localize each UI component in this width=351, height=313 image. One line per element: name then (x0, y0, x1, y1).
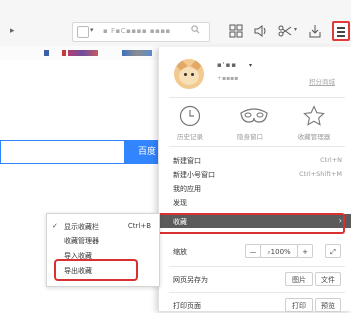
download-icon[interactable] (306, 21, 324, 41)
page-search-button[interactable]: 百度 (124, 140, 158, 164)
menu-item-my-apps[interactable]: 我的应用 (159, 183, 351, 194)
favorites-manager-label[interactable]: 收藏管理器 (289, 131, 339, 141)
back-arrow-icon[interactable]: ▸ (10, 26, 15, 36)
fullscreen-icon: ⤢ (330, 248, 336, 256)
zoom-in-button[interactable]: + (297, 244, 313, 258)
divider (169, 292, 345, 293)
print-preview-button[interactable]: 预览 (315, 298, 341, 312)
submenu-item-shortcut: Ctrl+B (127, 222, 151, 230)
chevron-down-icon[interactable]: ▾ (90, 26, 94, 34)
print-label: 打印页面 (173, 302, 201, 310)
check-icon: ✓ (52, 222, 58, 230)
bookmark-item[interactable] (62, 50, 66, 56)
main-menu-button[interactable] (332, 21, 350, 41)
submenu-item-show-bookmarks-bar[interactable]: ✓ 显示收藏栏 Ctrl+B (47, 221, 159, 233)
fullscreen-button[interactable]: ⤢ (325, 244, 341, 258)
menu-item-label: 我的应用 (173, 185, 201, 193)
menu-item-shortcut: Ctrl+N (320, 156, 342, 164)
page-search-input[interactable] (0, 140, 124, 164)
site-icon (77, 26, 89, 38)
menu-item-label: 发现 (173, 199, 187, 207)
divider (169, 266, 345, 267)
menu-item-label: 新建小号窗口 (173, 171, 215, 179)
user-avatar[interactable] (174, 59, 204, 89)
chevron-down-icon[interactable]: ▾ (294, 26, 297, 33)
search-icon[interactable] (191, 25, 200, 37)
zoom-label: 缩放 (173, 248, 187, 256)
browser-toolbar: ▸ ▾ ▪ F▪C▪▪▪▪ ▪▪▪▪ ▾ (0, 0, 351, 47)
points-mall-link[interactable]: 积分商城 (309, 76, 335, 86)
screenshot-scissors-icon[interactable] (276, 21, 294, 41)
zoom-out-button[interactable]: — (245, 244, 261, 258)
menu-item-shortcut: Ctrl+Shift+M (299, 170, 342, 178)
address-text[interactable]: ▪ F▪C▪▪▪▪ ▪▪▪▪ (103, 27, 171, 35)
bookmark-item[interactable] (44, 50, 49, 56)
menu-item-label: 新建窗口 (173, 157, 201, 165)
address-bar[interactable]: ▾ ▪ F▪C▪▪▪▪ ▪▪▪▪ (72, 22, 210, 42)
incognito-label[interactable]: 隐身窗口 (225, 131, 275, 141)
divider (169, 97, 345, 98)
clock-icon[interactable] (179, 105, 201, 127)
user-subtitle: +▪▪▪▪ (217, 75, 239, 82)
print-button[interactable]: 打印 (285, 298, 313, 312)
bookmark-item[interactable] (68, 50, 98, 56)
user-name[interactable]: ▪'▪▪ (217, 61, 237, 69)
main-menu-panel: ▪'▪▪ ▾ +▪▪▪▪ 积分商城 历史记录 隐身窗口 收藏管理器 新建窗口 C… (158, 47, 351, 312)
submenu-item-label: 收藏管理器 (64, 237, 99, 245)
menu-item-new-alt-window[interactable]: 新建小号窗口 Ctrl+Shift+M (159, 169, 351, 180)
save-as-image-button[interactable]: 图片 (285, 272, 313, 286)
chevron-down-icon[interactable]: ▾ (249, 62, 252, 69)
divider (169, 146, 345, 147)
menu-item-new-window[interactable]: 新建窗口 Ctrl+N (159, 155, 351, 166)
history-label[interactable]: 历史记录 (165, 131, 215, 141)
save-as-label: 网页另存为 (173, 276, 208, 284)
submenu-item-favorites-manager[interactable]: 收藏管理器 (47, 235, 159, 247)
highlight-outline (155, 213, 345, 234)
zoom-value: 100% (270, 248, 291, 256)
star-icon[interactable] (303, 105, 325, 127)
save-as-file-button[interactable]: 文件 (315, 272, 341, 286)
mask-icon[interactable] (239, 105, 269, 127)
menu-item-discover[interactable]: 发现 (159, 197, 351, 208)
bookmark-item[interactable] (122, 50, 152, 56)
submenu-item-label: 显示收藏栏 (64, 223, 99, 231)
sound-icon[interactable] (250, 21, 270, 41)
apps-grid-icon[interactable] (226, 21, 246, 41)
highlight-outline (54, 259, 138, 281)
zoom-level[interactable]: ⌕100% (260, 244, 298, 258)
